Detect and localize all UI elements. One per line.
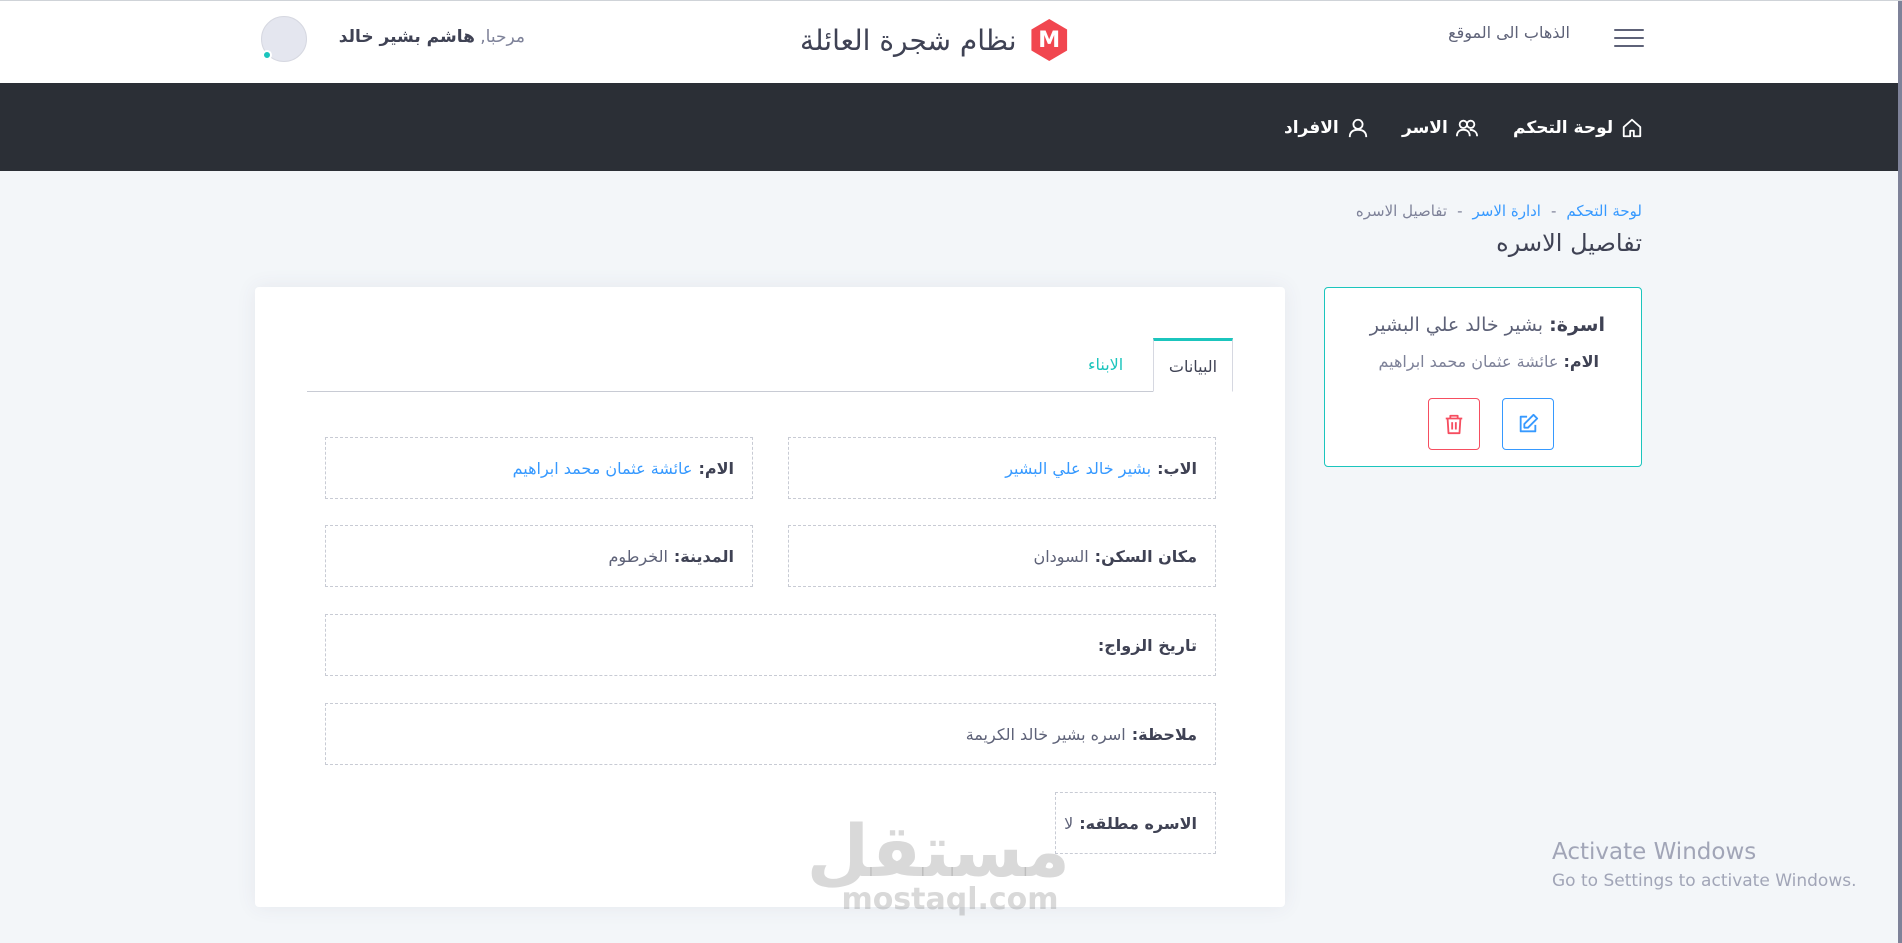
tab-data[interactable]: البيانات [1153, 338, 1233, 392]
brand-title: نظام شجرة العائلة [800, 23, 1017, 57]
marriage-date-label: تاريخ الزواج: [1097, 635, 1197, 655]
residence-label: مكان السكن: [1094, 546, 1197, 566]
family-details-card: البيانات الابناء الاب: بشير خالد علي الب… [255, 287, 1285, 907]
family-summary-card: اسرة: بشير خالد علي البشير الام: عائشة ع… [1324, 287, 1642, 467]
mother-label: الام: [698, 458, 734, 478]
tab-children[interactable]: الابناء [1088, 355, 1123, 374]
mother-field: الام: عائشة عثمان محمد ابراهيم [325, 437, 753, 499]
delete-family-button[interactable] [1428, 398, 1480, 450]
nav-item-families[interactable]: الاسر [1402, 117, 1478, 139]
city-label: المدينة: [673, 546, 734, 566]
main-navbar: لوحة التحكم الاسر الافراد [0, 83, 1898, 171]
breadcrumb-families[interactable]: ادارة الاسر [1473, 202, 1541, 220]
mother-label: الام: [1563, 352, 1599, 371]
city-value: الخرطوم [608, 546, 668, 566]
mother-link[interactable]: عائشة عثمان محمد ابراهيم [513, 459, 693, 478]
family-value: بشير خالد علي البشير [1369, 314, 1544, 336]
father-label: الاب: [1157, 458, 1197, 478]
users-icon [1455, 119, 1478, 137]
tabs-divider [307, 391, 1233, 392]
breadcrumb-current: تفاصيل الاسره [1355, 202, 1448, 220]
breadcrumb-separator: - [1550, 202, 1557, 220]
greeting-text: مرحبا, [480, 27, 525, 47]
marriage-date-field: تاريخ الزواج: [325, 614, 1216, 676]
edit-icon [1519, 413, 1539, 433]
online-status-icon [262, 50, 272, 60]
father-field: الاب: بشير خالد علي البشير [788, 437, 1216, 499]
breadcrumb-separator: - [1457, 202, 1463, 220]
nav-item-members[interactable]: الافراد [1284, 117, 1369, 139]
family-name-line: اسرة: بشير خالد علي البشير [1370, 314, 1605, 336]
brand-logo-icon: M [1031, 19, 1068, 61]
divorced-label: الاسره مطلقه: [1079, 813, 1197, 833]
family-mother-line: الام: عائشة عثمان محمد ابراهيم [1379, 352, 1600, 371]
nav-members-label: الافراد [1284, 118, 1339, 138]
goto-site-link[interactable]: الذهاب الى الموقع [1440, 23, 1570, 42]
page-scrollbar[interactable] [1898, 1, 1902, 943]
note-label: ملاحظة: [1131, 724, 1197, 744]
user-greeting[interactable]: مرحبا, هاشم بشير خالد [325, 27, 525, 47]
note-field: ملاحظة: اسره بشير خالد الكريمة [325, 703, 1216, 765]
mother-value: عائشة عثمان محمد ابراهيم [1378, 352, 1559, 371]
activation-title: Activate Windows [1552, 839, 1757, 865]
breadcrumb-dashboard[interactable]: لوحة التحكم [1566, 202, 1642, 220]
watermark-latin: mostaql.com [841, 882, 1059, 917]
residence-value: السودان [1033, 546, 1089, 566]
divorced-field: الاسره مطلقه: لا [1055, 792, 1216, 854]
user-name: هاشم بشير خالد [338, 27, 475, 47]
trash-icon [1445, 414, 1463, 435]
residence-field: مكان السكن: السودان [788, 525, 1216, 587]
father-link[interactable]: بشير خالد علي البشير [1005, 459, 1151, 478]
breadcrumb: لوحة التحكم - ادارة الاسر - تفاصيل الاسر… [1200, 202, 1642, 220]
nav-families-label: الاسر [1402, 118, 1448, 138]
home-icon [1622, 118, 1642, 138]
nav-item-dashboard[interactable]: لوحة التحكم [1513, 117, 1643, 139]
user-icon [1348, 118, 1367, 138]
activation-subtitle: Go to Settings to activate Windows. [1552, 871, 1857, 891]
note-value: اسره بشير خالد الكريمة [965, 724, 1126, 744]
hamburger-menu-icon[interactable] [1614, 29, 1644, 51]
mostaql-watermark: مستقل mostaql.com [806, 809, 1070, 917]
city-field: المدينة: الخرطوم [325, 525, 753, 587]
page-title: تفاصيل الاسره [1496, 229, 1642, 257]
nav-dashboard-label: لوحة التحكم [1513, 118, 1614, 138]
brand[interactable]: M نظام شجرة العائلة [800, 17, 1070, 63]
windows-activation-notice: Activate Windows Go to Settings to activ… [1552, 839, 1872, 891]
watermark-arabic: مستقل [806, 809, 1070, 893]
family-label: اسرة: [1549, 314, 1605, 336]
edit-family-button[interactable] [1502, 398, 1554, 450]
